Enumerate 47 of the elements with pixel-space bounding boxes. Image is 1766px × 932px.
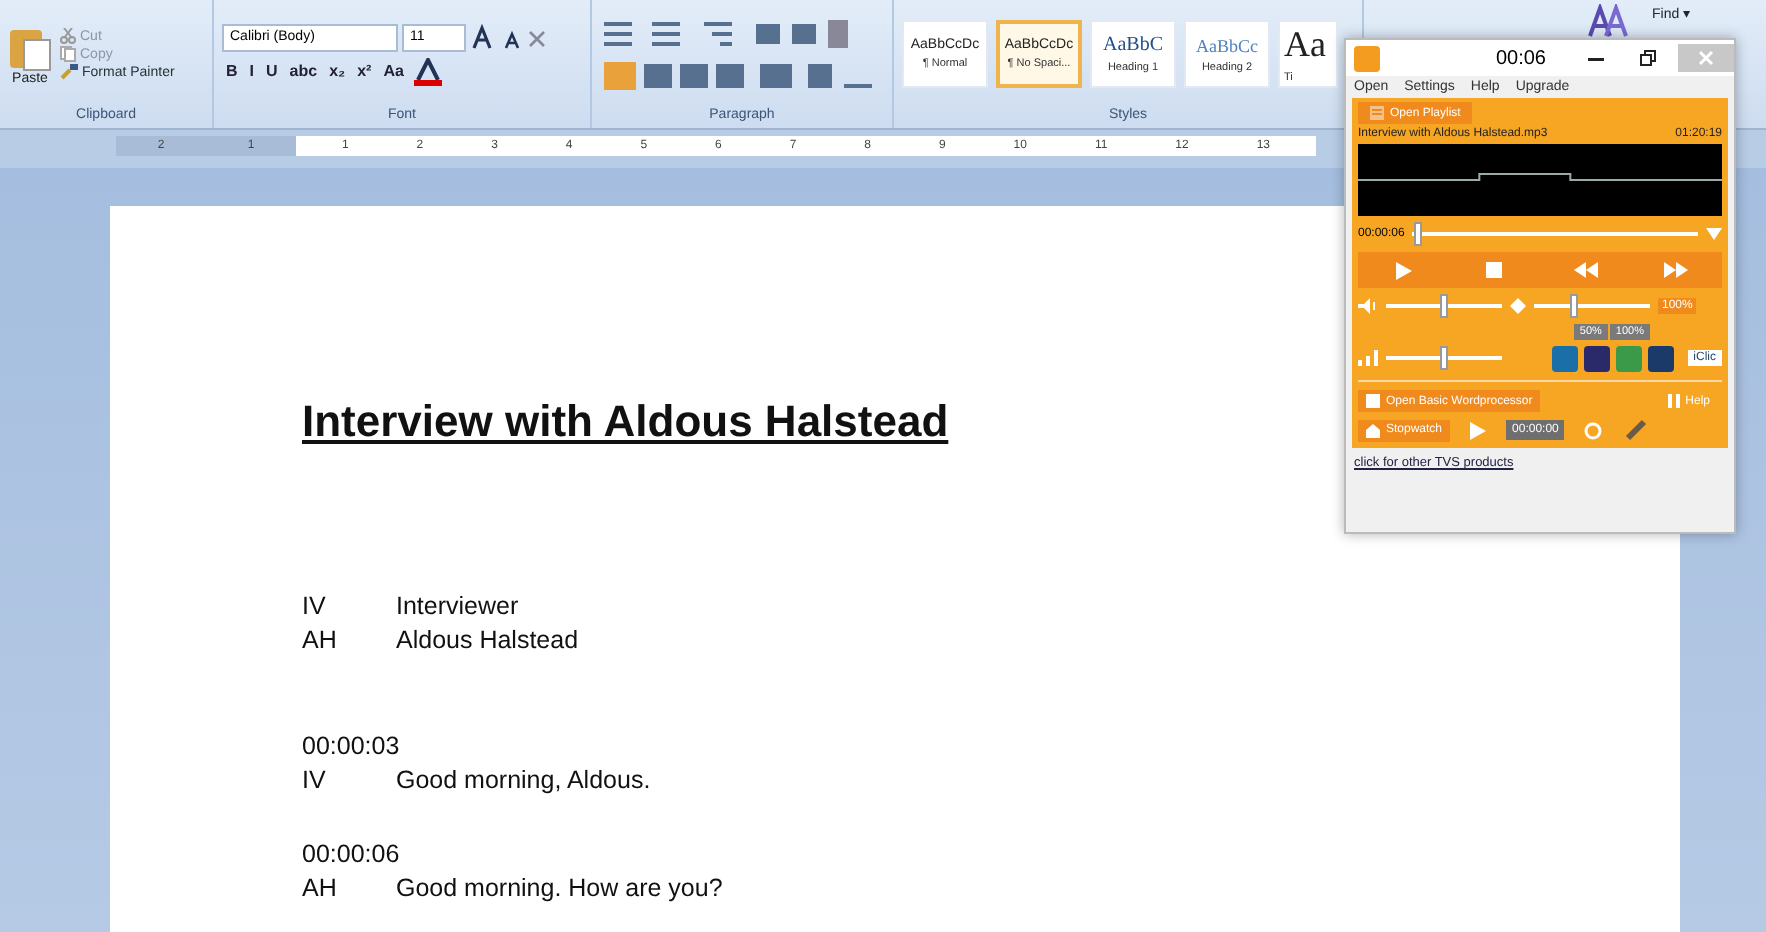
format-button[interactable]: U — [262, 62, 282, 80]
format-button[interactable]: x² — [353, 62, 376, 80]
window-title: 00:06 — [1493, 47, 1548, 69]
copy-icon — [60, 46, 76, 62]
fast-forward-icon — [1664, 262, 1689, 278]
speaker-code: IV — [302, 591, 328, 619]
speaker-code: AH — [302, 625, 339, 653]
speaker-name: Aldous Halstead — [396, 625, 579, 653]
app-icon — [1354, 45, 1380, 71]
reset-icon — [1584, 421, 1603, 439]
font-size-icon — [470, 23, 550, 51]
list-icon — [1370, 106, 1384, 120]
bars-icon — [1358, 350, 1378, 366]
diamond-icon — [1510, 298, 1526, 314]
dropdown-icon — [1706, 228, 1722, 240]
transcript-text: Good morning. How are you? — [396, 873, 723, 901]
speaker-code: IV — [302, 765, 328, 793]
home-icon — [1366, 423, 1380, 437]
close-icon — [1698, 50, 1714, 66]
speaker-code: AH — [302, 873, 339, 901]
scissors-icon — [60, 28, 76, 44]
brush-icon — [60, 64, 78, 80]
app-icons-drawing — [1551, 345, 1680, 371]
timestamp: 00:00:06 — [302, 839, 400, 867]
restore-icon — [1640, 50, 1656, 66]
play-icon — [1395, 261, 1412, 279]
play-icon — [1470, 421, 1487, 439]
change-styles-icon — [1588, 4, 1632, 40]
format-button[interactable]: B — [222, 62, 242, 80]
stop-icon — [1486, 262, 1503, 278]
format-button[interactable]: I — [245, 62, 259, 80]
speaker-name: Interviewer — [396, 591, 519, 619]
format-button[interactable]: Aa — [379, 62, 408, 80]
slider-thumb[interactable] — [1440, 294, 1448, 318]
format-button[interactable]: x₂ — [325, 62, 350, 80]
slider-thumb[interactable] — [1414, 222, 1423, 246]
document-icon — [1366, 394, 1380, 408]
timestamp: 00:00:03 — [302, 731, 400, 759]
speaker-icon — [1358, 298, 1378, 314]
font-color-icon — [411, 57, 444, 85]
rewind-icon — [1573, 262, 1598, 278]
transcript-text: Good morning, Aldous. — [396, 765, 651, 793]
document-title: Interview with Aldous Halstead — [302, 396, 949, 448]
slider-thumb[interactable] — [1570, 294, 1579, 318]
format-button[interactable]: abc — [285, 62, 322, 80]
slider-thumb[interactable] — [1440, 346, 1448, 370]
pause-icon — [1667, 394, 1680, 408]
